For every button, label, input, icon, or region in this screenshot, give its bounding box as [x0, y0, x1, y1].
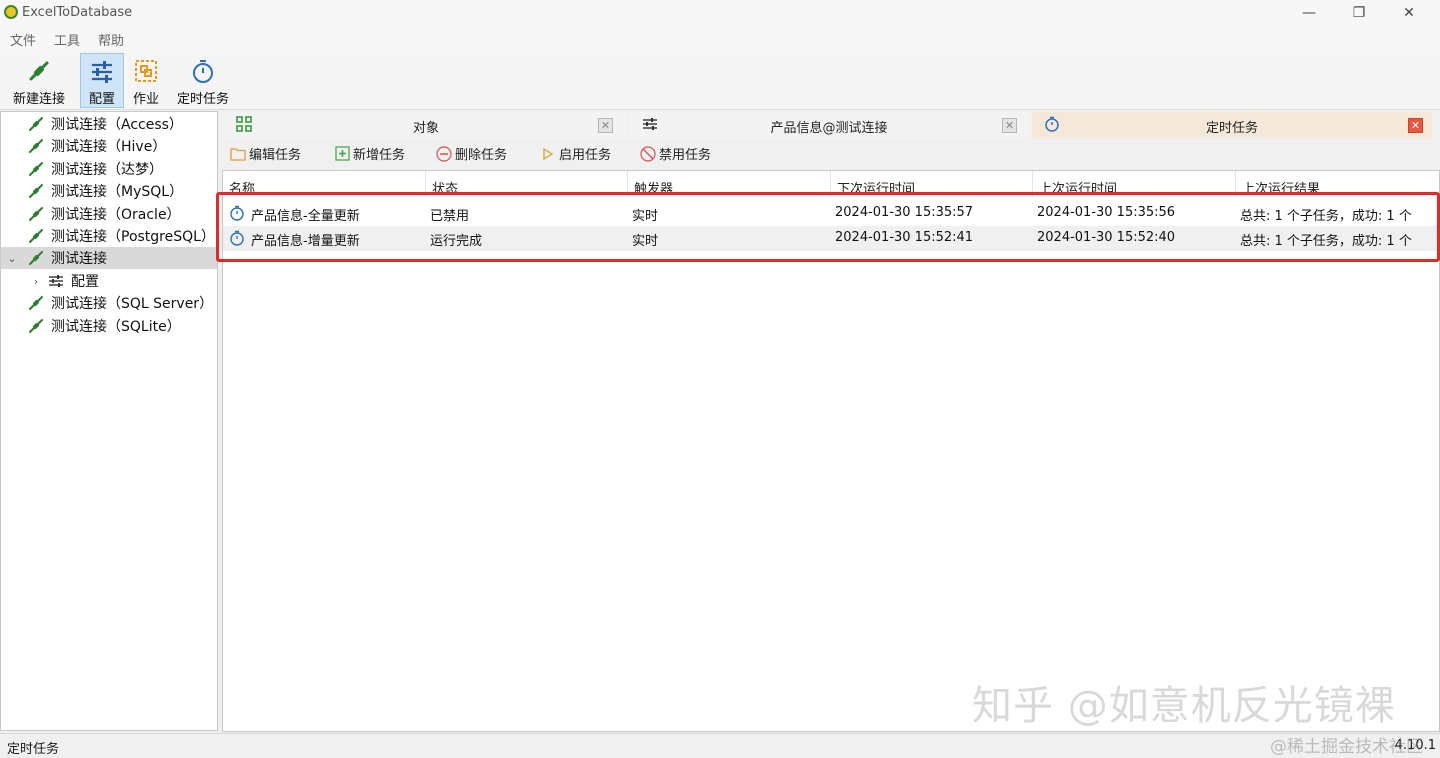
new-connection-label: 新建连接: [12, 92, 65, 107]
highlight-box: [216, 192, 1440, 262]
plug-icon: [27, 249, 45, 267]
tab-product-info[interactable]: 产品信息@测试连接 ✕: [630, 112, 1028, 138]
tree-item-postgresql[interactable]: 测试连接（PostgreSQL）: [1, 225, 217, 247]
plug-icon: [27, 227, 45, 245]
enable-task-button[interactable]: 启用任务: [540, 144, 611, 163]
menu-help[interactable]: 帮助: [98, 30, 124, 49]
toolbar: 新建连接 配置 作业 定时任务: [0, 50, 1440, 110]
plug-icon: [27, 137, 45, 155]
restore-button[interactable]: ❐: [1336, 0, 1382, 26]
config-button[interactable]: 配置: [80, 53, 124, 108]
job-button[interactable]: 作业: [128, 53, 164, 108]
edit-task-button[interactable]: 编辑任务: [230, 144, 301, 163]
chevron-right-icon[interactable]: ›: [29, 275, 43, 288]
plug-icon: [27, 317, 45, 335]
schedule-button[interactable]: 定时任务: [172, 53, 234, 108]
tab-strip: 对象 ✕ 产品信息@测试连接 ✕ 定时任务 ✕: [224, 112, 1440, 138]
plug-icon: [27, 182, 45, 200]
delete-task-button[interactable]: 删除任务: [436, 144, 507, 163]
status-text: 定时任务: [7, 742, 60, 757]
tab-schedule-close-icon[interactable]: ✕: [1408, 118, 1423, 133]
status-bar: 定时任务 4.10.1: [0, 733, 1440, 758]
menu-tools[interactable]: 工具: [54, 30, 80, 49]
new-connection-button[interactable]: 新建连接: [6, 53, 72, 108]
menu-bar: 文件 工具 帮助: [0, 26, 1440, 50]
job-icon: [132, 57, 160, 85]
ban-icon: [640, 145, 656, 162]
plus-square-icon: [334, 146, 350, 162]
sliders-icon: [47, 272, 65, 290]
tree-item-mysql[interactable]: 测试连接（MySQL）: [1, 180, 217, 202]
tree-item-sqlite[interactable]: 测试连接（SQLite）: [1, 315, 217, 337]
add-task-button[interactable]: 新增任务: [334, 144, 405, 163]
plug-icon: [27, 205, 45, 223]
plug-icon: [27, 294, 45, 312]
watermark-secondary: @稀土掘金技术社区: [1270, 737, 1423, 757]
tab-schedule-title: 定时任务: [1205, 121, 1258, 136]
job-label: 作业: [132, 92, 159, 107]
timer-icon: [189, 57, 217, 85]
tree-item-sqlserver[interactable]: 测试连接（SQL Server）: [1, 292, 217, 314]
tree-item-access[interactable]: 测试连接（Access）: [1, 113, 217, 135]
minimize-button[interactable]: —: [1286, 0, 1332, 26]
plug-icon: [27, 160, 45, 178]
tab-product-info-close-icon[interactable]: ✕: [1002, 118, 1017, 133]
window-title: ExcelToDatabase: [22, 5, 133, 20]
minus-circle-icon: [436, 145, 452, 162]
tab-objects[interactable]: 对象 ✕: [224, 112, 628, 138]
watermark: 知乎 @如意机反光镜裸: [972, 683, 1396, 729]
tab-objects-close-icon[interactable]: ✕: [598, 118, 613, 133]
tree-item-hive[interactable]: 测试连接（Hive）: [1, 135, 217, 157]
plug-icon: [25, 57, 53, 85]
play-icon: [540, 146, 556, 162]
disable-task-button[interactable]: 禁用任务: [640, 144, 711, 163]
tree-item-config[interactable]: › 配置: [1, 270, 217, 292]
tab-objects-title: 对象: [412, 121, 439, 136]
task-action-bar: 编辑任务 新增任务 删除任务 启用任务 禁用任务: [224, 139, 1440, 167]
schedule-label: 定时任务: [176, 92, 229, 107]
tree-item-test-connection[interactable]: ⌄ 测试连接: [1, 247, 217, 269]
close-button[interactable]: ✕: [1386, 0, 1432, 26]
tree-item-dameng[interactable]: 测试连接（达梦）: [1, 158, 217, 180]
plug-icon: [27, 115, 45, 133]
app-logo-icon: [4, 5, 18, 19]
folder-icon: [230, 146, 246, 162]
tab-product-info-title: 产品信息@测试连接: [770, 121, 888, 136]
tree-item-oracle[interactable]: 测试连接（Oracle）: [1, 203, 217, 225]
tab-schedule[interactable]: 定时任务 ✕: [1032, 112, 1432, 138]
config-label: 配置: [88, 92, 115, 107]
title-bar: ExcelToDatabase — ❐ ✕: [0, 0, 1440, 26]
chevron-down-icon[interactable]: ⌄: [5, 252, 19, 265]
menu-file[interactable]: 文件: [10, 30, 36, 49]
connection-tree: 测试连接（Access） 测试连接（Hive） 测试连接（达梦） 测试连接（My…: [0, 111, 218, 731]
sliders-icon: [88, 58, 116, 85]
